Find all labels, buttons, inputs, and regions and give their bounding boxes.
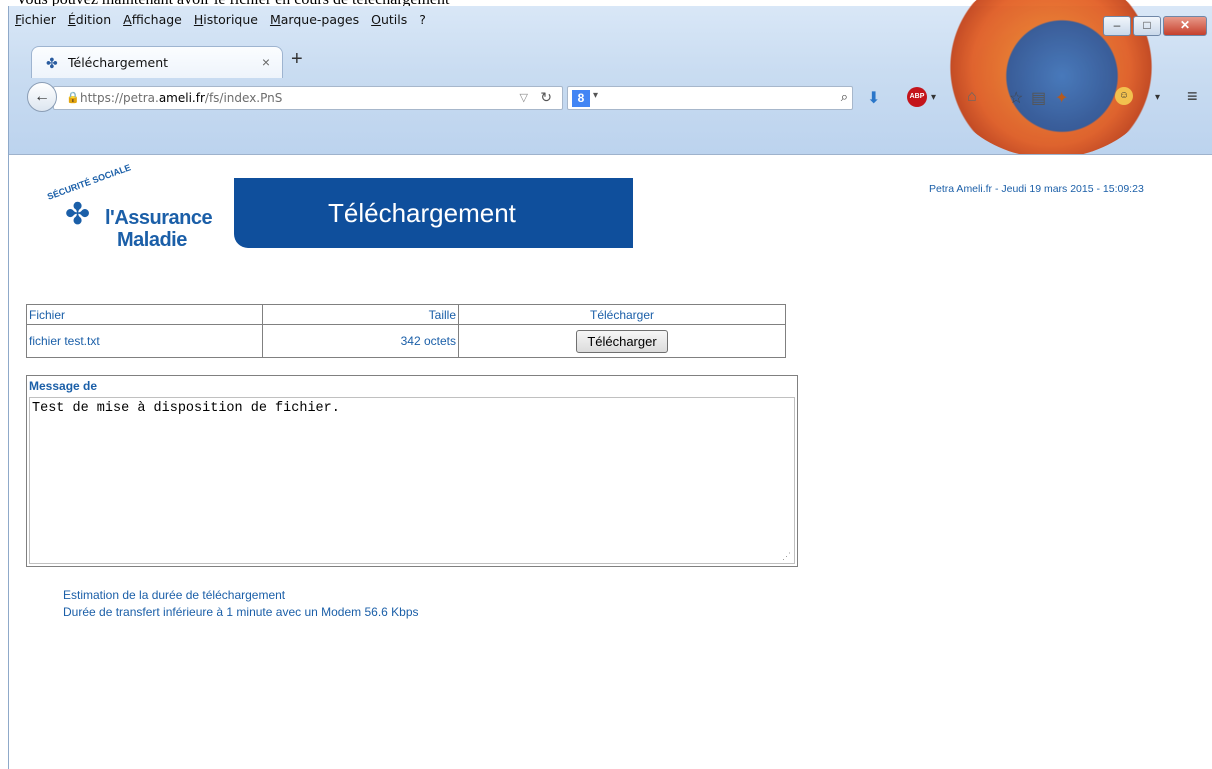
maximize-button[interactable]: □ — [1133, 16, 1161, 36]
url-bar[interactable]: 🔒 https://petra.ameli.fr/fs/index.PnS ▽ … — [53, 86, 563, 110]
message-textarea[interactable]: Test de mise à disposition de fichier. — [29, 397, 795, 564]
cell-file-name: fichier test.txt — [26, 324, 263, 358]
page-content: SÉCURITÉ SOCIALE ✤ l'Assurance Maladie T… — [9, 154, 1212, 769]
estimation-detail: Durée de transfert inférieure à 1 minute… — [63, 605, 419, 619]
tab-telechargement[interactable]: ✤ Téléchargement × — [31, 46, 283, 78]
search-bar[interactable]: 8 ▾ ⌕ — [567, 86, 853, 110]
browser-window: Fichier Édition Affichage Historique Mar… — [8, 0, 1212, 769]
close-window-button[interactable]: ✕ — [1163, 16, 1207, 36]
extension-icon[interactable]: ✦ — [1055, 88, 1068, 108]
page-banner: Téléchargement — [234, 178, 633, 248]
hamburger-menu-icon[interactable]: ≡ — [1187, 86, 1198, 107]
table-row: fichier test.txt 342 octets Télécharger — [26, 324, 786, 358]
extension-dropdown-icon[interactable]: ▾ — [1155, 92, 1160, 103]
page-title: Téléchargement — [328, 198, 516, 228]
logo-line2: Maladie — [117, 229, 187, 251]
message-label: Message de — [29, 379, 98, 393]
ameli-favicon-icon: ✤ — [46, 55, 58, 71]
url-history-dropdown-icon[interactable]: ▽ — [520, 91, 528, 104]
menu-fichier[interactable]: Fichier — [15, 12, 56, 34]
extension-badge-icon[interactable]: ☺ — [1115, 87, 1133, 105]
new-tab-button[interactable]: + — [291, 48, 303, 71]
adblock-dropdown-icon[interactable]: ▾ — [931, 92, 936, 103]
logo-seal-text: SÉCURITÉ SOCIALE — [45, 162, 133, 202]
estimation-block: Estimation de la durée de téléchargement… — [63, 587, 419, 621]
bookmark-star-icon[interactable]: ☆ — [1009, 88, 1023, 108]
menu-affichage[interactable]: Affichage — [123, 12, 182, 34]
browser-chrome: Fichier Édition Affichage Historique Mar… — [9, 0, 1212, 158]
header-fichier: Fichier — [26, 304, 263, 325]
menu-historique[interactable]: Historique — [194, 12, 258, 34]
table-header-row: Fichier Taille Télécharger — [26, 304, 786, 325]
search-icon[interactable]: ⌕ — [841, 89, 848, 105]
minimize-button[interactable]: – — [1103, 16, 1131, 36]
menu-bar: Fichier Édition Affichage Historique Mar… — [15, 12, 426, 34]
resize-grip-icon[interactable]: ⋰ — [782, 551, 791, 562]
download-icon[interactable]: ⬇ — [867, 88, 880, 108]
header-telecharger: Télécharger — [458, 304, 786, 325]
assurance-maladie-logo: SÉCURITÉ SOCIALE ✤ l'Assurance Maladie — [45, 162, 225, 267]
message-box: Message de Test de mise à disposition de… — [26, 375, 798, 567]
estimation-title: Estimation de la durée de téléchargement — [63, 588, 286, 602]
close-tab-icon[interactable]: × — [262, 54, 270, 70]
home-icon[interactable]: ⌂ — [967, 88, 977, 106]
lock-icon: 🔒 — [66, 92, 80, 104]
files-table: Fichier Taille Télécharger fichier test.… — [26, 304, 786, 358]
bookmarks-menu-icon[interactable]: ▤ — [1031, 88, 1046, 108]
search-engine-dropdown-icon[interactable]: ▾ — [593, 90, 598, 101]
adblock-icon[interactable]: ABP — [907, 87, 927, 107]
reload-icon[interactable]: ↻ — [540, 89, 552, 106]
logo-line1: l'Assurance — [105, 207, 213, 229]
download-button[interactable]: Télécharger — [576, 329, 668, 353]
back-button[interactable]: ← — [27, 82, 57, 112]
tab-title: Téléchargement — [68, 55, 169, 70]
menu-aide[interactable]: ? — [419, 12, 426, 34]
date-stamp: Petra Ameli.fr - Jeudi 19 mars 2015 - 15… — [929, 183, 1144, 195]
header-taille: Taille — [262, 304, 459, 325]
logo-emblem-icon: ✤ — [65, 198, 91, 231]
search-engine-icon[interactable]: 8 — [572, 90, 590, 107]
menu-edition[interactable]: Édition — [68, 12, 111, 34]
menu-outils[interactable]: Outils — [371, 12, 407, 34]
nav-bar: 🔒 https://petra.ameli.fr/fs/index.PnS ▽ … — [19, 78, 1211, 116]
cell-download: Télécharger — [458, 324, 786, 358]
menu-marque-pages[interactable]: Marque-pages — [270, 12, 359, 34]
url-text: https://petra.ameli.fr/fs/index.PnS — [80, 91, 283, 105]
cell-file-size: 342 octets — [262, 324, 459, 358]
